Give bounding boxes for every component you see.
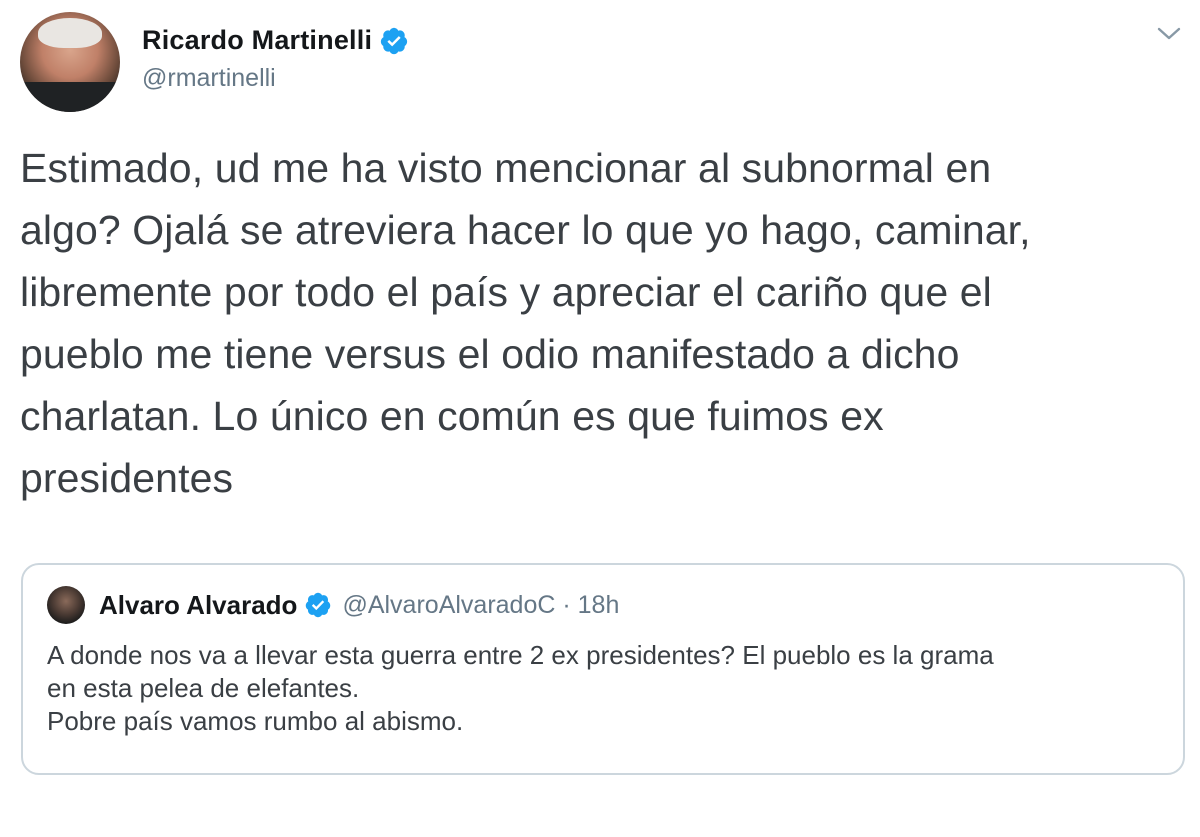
- quoted-author-avatar: [47, 586, 85, 624]
- quoted-text-line: Pobre país vamos rumbo al abismo.: [47, 706, 464, 736]
- tweet-card: Ricardo Martinelli @rmartinelli Estimado…: [0, 0, 1200, 837]
- verified-badge-icon: [381, 27, 408, 54]
- author-avatar[interactable]: [20, 12, 120, 112]
- tweet-text: Estimado, ud me ha visto mencionar al su…: [20, 137, 1180, 509]
- tweet-text-line: charlatan. Lo único en común es que fuim…: [20, 393, 884, 439]
- author-name[interactable]: Ricardo Martinelli: [142, 25, 372, 56]
- author-handle[interactable]: @rmartinelli: [142, 64, 409, 93]
- quoted-text-line: en esta pelea de elefantes.: [47, 673, 360, 703]
- tweet-header: Ricardo Martinelli @rmartinelli: [20, 12, 409, 112]
- quoted-text-line: A donde nos va a llevar esta guerra entr…: [47, 640, 994, 670]
- quoted-author-name: Alvaro Alvarado: [99, 589, 298, 620]
- author-info: Ricardo Martinelli @rmartinelli: [142, 25, 409, 93]
- quoted-tweet[interactable]: Alvaro Alvarado @AlvaroAlvaradoC · 18h A…: [21, 563, 1185, 775]
- tweet-text-line: presidentes: [20, 455, 234, 501]
- chevron-down-icon[interactable]: [1156, 24, 1182, 44]
- quoted-tweet-text: A donde nos va a llevar esta guerra entr…: [47, 639, 1159, 738]
- quoted-author-handle-time: @AlvaroAlvaradoC · 18h: [342, 590, 620, 619]
- tweet-text-line: libremente por todo el país y apreciar e…: [20, 269, 992, 315]
- tweet-text-line: Estimado, ud me ha visto mencionar al su…: [20, 145, 992, 191]
- quoted-tweet-header: Alvaro Alvarado @AlvaroAlvaradoC · 18h: [47, 585, 1159, 625]
- tweet-text-line: algo? Ojalá se atreviera hacer lo que yo…: [20, 207, 1031, 253]
- tweet-text-line: pueblo me tiene versus el odio manifesta…: [20, 331, 960, 377]
- verified-badge-icon: [306, 592, 331, 618]
